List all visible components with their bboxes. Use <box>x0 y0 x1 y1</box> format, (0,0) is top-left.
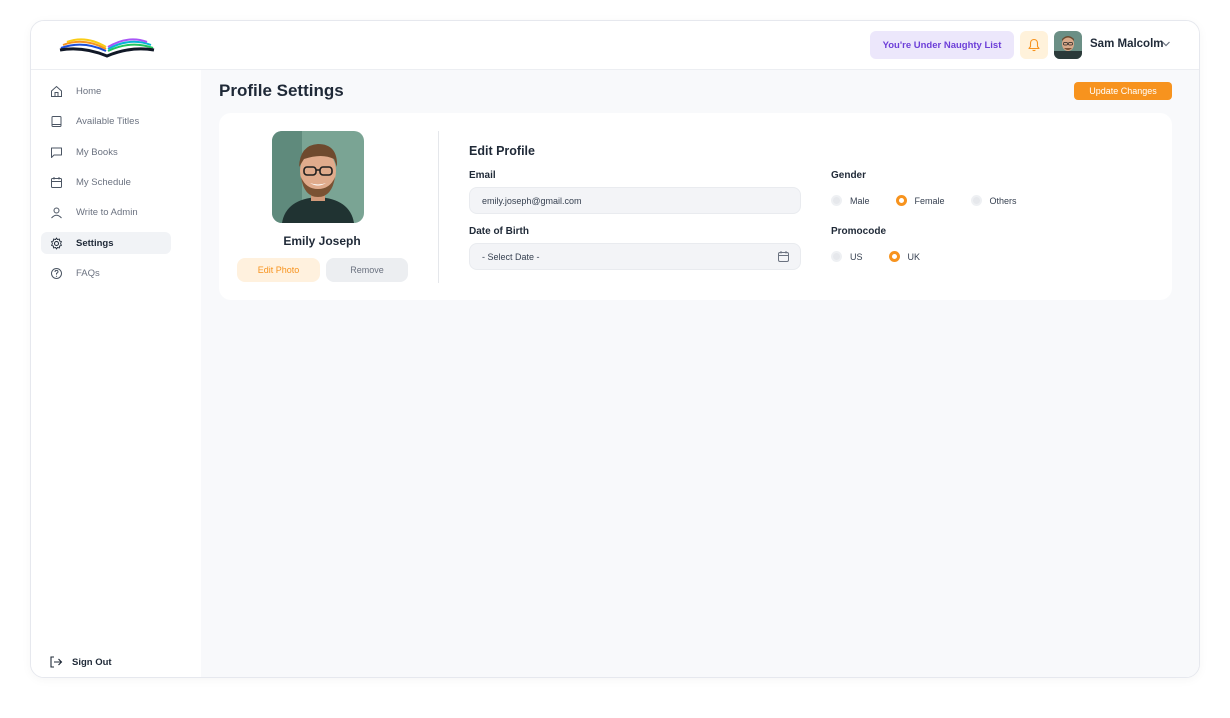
date-of-birth-picker[interactable]: - Select Date - <box>469 243 801 270</box>
edit-profile-heading: Edit Profile <box>469 144 535 158</box>
promocode-radio-group: US UK <box>831 251 946 262</box>
update-changes-button[interactable]: Update Changes <box>1074 82 1172 100</box>
question-icon <box>49 266 63 280</box>
profile-photo-image <box>272 131 364 223</box>
radio-button[interactable] <box>888 251 900 262</box>
app-window: You're Under Naughty List Sam Malcolm Ho… <box>30 20 1200 678</box>
sidebar-item-home[interactable]: Home <box>41 80 171 102</box>
sidebar-item-faqs[interactable]: FAQs <box>41 262 171 284</box>
top-bar: You're Under Naughty List Sam Malcolm <box>31 21 1199 70</box>
user-avatar-image <box>1054 31 1082 59</box>
sign-out-label: Sign Out <box>72 656 112 668</box>
book-icon <box>49 114 63 128</box>
chat-bubble-icon <box>49 145 63 159</box>
sidebar: Home Available Titles My Books My Schedu… <box>31 70 201 677</box>
sign-out-icon <box>49 655 63 669</box>
avatar[interactable] <box>1054 31 1082 59</box>
promo-option-uk[interactable]: UK <box>888 251 921 262</box>
promocode-label: Promocode <box>831 226 887 237</box>
radio-button[interactable] <box>831 251 842 262</box>
divider <box>438 131 439 283</box>
gender-radio-group: Male Female Others <box>831 195 1043 206</box>
calendar-icon[interactable] <box>777 250 790 263</box>
calendar-icon <box>49 175 63 189</box>
sidebar-item-available-titles[interactable]: Available Titles <box>41 110 171 132</box>
sidebar-item-my-books[interactable]: My Books <box>41 141 171 163</box>
gender-label: Gender <box>831 170 867 181</box>
home-icon <box>49 84 63 98</box>
user-name[interactable]: Sam Malcolm <box>1090 38 1164 50</box>
radio-button[interactable] <box>895 195 907 206</box>
radio-label: US <box>850 251 863 262</box>
radio-button[interactable] <box>970 195 982 206</box>
gender-option-others[interactable]: Others <box>970 195 1017 206</box>
radio-button[interactable] <box>831 195 842 206</box>
profile-card: Emily Joseph Edit Photo Remove Edit Prof… <box>219 113 1172 300</box>
dob-value: - Select Date - <box>482 251 540 262</box>
sidebar-item-write-to-admin[interactable]: Write to Admin <box>41 201 171 223</box>
sidebar-item-label: Settings <box>76 237 114 249</box>
remove-photo-button[interactable]: Remove <box>326 258 408 282</box>
sidebar-item-label: My Books <box>76 146 118 158</box>
profile-name: Emily Joseph <box>283 234 361 248</box>
sidebar-item-label: FAQs <box>76 267 100 279</box>
email-field[interactable] <box>469 187 801 214</box>
chevron-down-icon[interactable] <box>1161 39 1171 49</box>
email-label: Email <box>469 170 496 181</box>
sidebar-item-label: Home <box>76 85 102 97</box>
gender-option-female[interactable]: Female <box>895 195 945 206</box>
notification-button[interactable] <box>1020 31 1048 59</box>
radio-label: UK <box>907 251 921 262</box>
gear-icon <box>49 236 63 250</box>
sidebar-item-settings[interactable]: Settings <box>41 232 171 254</box>
open-book-logo[interactable] <box>59 32 155 58</box>
sidebar-item-label: My Schedule <box>76 176 131 188</box>
radio-label: Female <box>914 195 945 206</box>
radio-label: Others <box>989 195 1017 206</box>
profile-photo <box>272 131 364 223</box>
promo-option-us[interactable]: US <box>831 251 863 262</box>
bell-icon <box>1028 38 1040 52</box>
naughty-list-badge[interactable]: You're Under Naughty List <box>870 31 1014 59</box>
sidebar-item-my-schedule[interactable]: My Schedule <box>41 171 171 193</box>
user-icon <box>49 205 63 219</box>
radio-label: Male <box>850 195 870 206</box>
page-title: Profile Settings <box>219 81 344 100</box>
dob-label: Date of Birth <box>469 226 529 237</box>
edit-photo-button[interactable]: Edit Photo <box>237 258 320 282</box>
main-content: Profile Settings Update Changes Emily Jo… <box>201 70 1199 677</box>
sidebar-item-label: Write to Admin <box>76 206 138 218</box>
sidebar-item-label: Available Titles <box>76 115 140 127</box>
gender-option-male[interactable]: Male <box>831 195 870 206</box>
sign-out-button[interactable]: Sign Out <box>49 655 112 669</box>
